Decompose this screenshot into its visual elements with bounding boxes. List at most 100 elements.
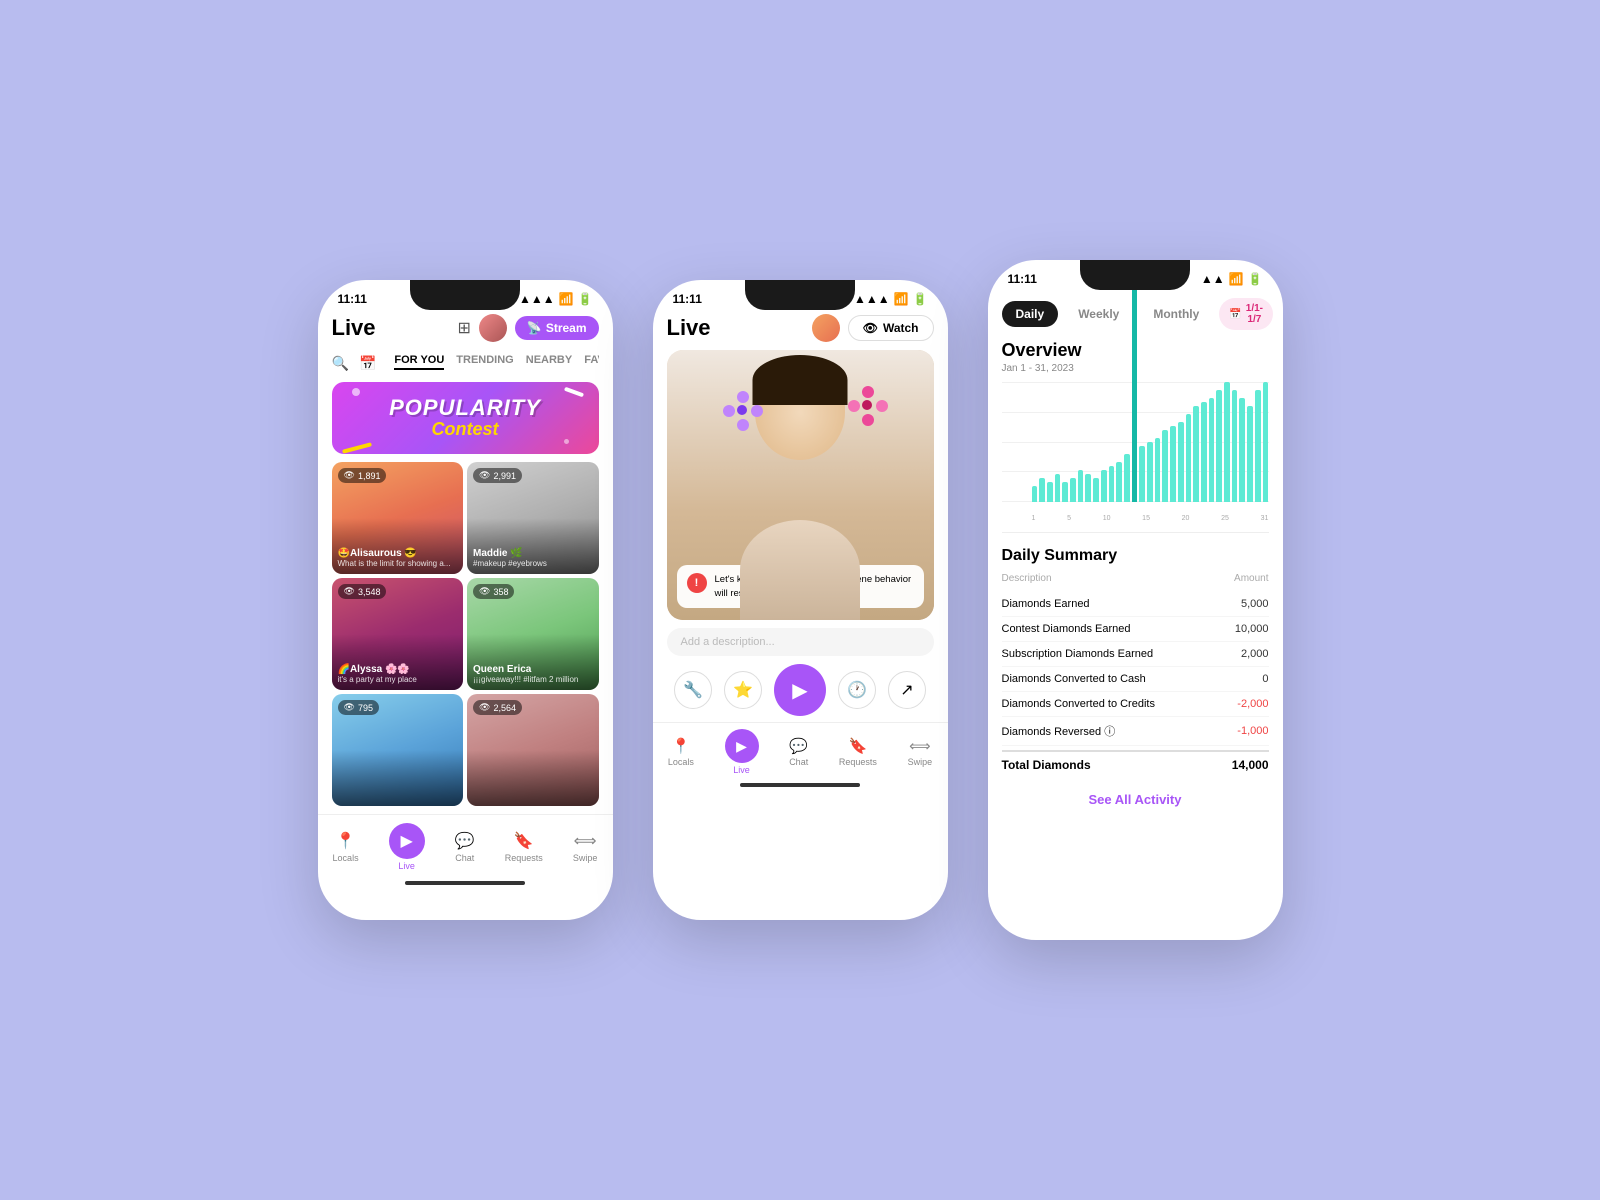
chat-icon: 💬 (789, 737, 808, 755)
nav-for-you[interactable]: FOR YOU (394, 354, 444, 370)
clock-icon: 🕐 (847, 680, 867, 700)
p1-views-3: 👁 3,548 (338, 584, 387, 599)
chart-bar-15 (1139, 446, 1145, 502)
stream-cell-3[interactable]: 👁 3,548 🌈Alyssa 🌸🌸 it's a party at my pl… (332, 578, 464, 690)
p1-tab-chat[interactable]: 💬 Chat (455, 831, 475, 863)
tab-monthly[interactable]: Monthly (1139, 301, 1213, 327)
chart-bar-14: ♦ 14,000 (1132, 260, 1138, 502)
stream-cell-6[interactable]: 👁 2,564 (467, 694, 599, 806)
chart-bar-27 (1232, 390, 1238, 502)
p2-tab-swipe[interactable]: ⟺ Swipe (908, 737, 933, 767)
eye-icon: 👁 (863, 321, 878, 335)
chart-bar-4 (1055, 474, 1061, 502)
phone-notch-3 (1080, 260, 1190, 290)
phone-notch-2 (745, 280, 855, 310)
live-play-icon: ▶ (389, 823, 425, 859)
go-live-button[interactable]: ▶ (774, 664, 826, 716)
p1-views-1: 👁 1,891 (338, 468, 387, 483)
p2-tab-live[interactable]: ▶ Live (725, 729, 759, 775)
p1-info-2: Maddie 🌿 #makeup #eyebrows (473, 548, 593, 568)
calendar-icon: 📅 (1229, 309, 1241, 320)
chart-bar-22 (1193, 406, 1199, 502)
p2-avatar[interactable] (812, 314, 840, 342)
phone-1: 11:11 ▲▲▲ 📶 🔋 Live ⊞ 📡 Stream 🔍 📅 FOR YO… (318, 280, 613, 920)
p2-description[interactable]: Add a description... (667, 628, 934, 656)
search-icon[interactable]: 🔍 (332, 355, 349, 372)
p1-views-2: 👁 2,991 (473, 468, 522, 483)
stream-cell-1[interactable]: 👁 1,891 🤩Alisaurous 😎 What is the limit … (332, 462, 464, 574)
watch-button[interactable]: 👁 Watch (848, 315, 934, 341)
chart-bars: ♦ 14,000 (1002, 382, 1269, 502)
chart-bar-20 (1178, 422, 1184, 502)
p1-nav-bar: 🔍 📅 FOR YOU TRENDING NEARBY FAVORITES (318, 348, 613, 382)
nav-nearby[interactable]: NEARBY (526, 354, 572, 370)
table-row-6: Diamonds Reversed ⓘ -1,000 (1002, 717, 1269, 746)
chart-bar-1 (1032, 486, 1038, 502)
signal-icon: ▲▲▲ (854, 292, 890, 306)
p1-stream-grid: 👁 1,891 🤩Alisaurous 😎 What is the limit … (332, 462, 599, 806)
p1-nav-icons: 🔍 📅 (332, 355, 377, 372)
p1-views-4: 👁 358 (473, 584, 514, 599)
chart-bar-30 (1255, 390, 1261, 502)
p1-info-1: 🤩Alisaurous 😎 What is the limit for show… (338, 548, 458, 568)
p1-title: Live (332, 315, 376, 341)
p1-tab-live[interactable]: ▶ Live (389, 823, 425, 871)
wifi-icon: 📶 (894, 292, 909, 306)
location-icon: 📍 (671, 737, 690, 755)
p1-tab-swipe[interactable]: ⟺ Swipe (573, 831, 598, 863)
p3-divider (1002, 532, 1269, 533)
nav-trending[interactable]: TRENDING (456, 354, 513, 370)
calendar-icon[interactable]: 📅 (359, 355, 376, 372)
p2-tab-chat[interactable]: 💬 Chat (789, 737, 808, 767)
grid-icon[interactable]: ⊞ (457, 318, 470, 338)
eye-icon: 👁 (344, 470, 355, 481)
chart-x-axis: 1 5 10 15 20 25 31 (1032, 515, 1269, 522)
alert-icon: ! (687, 573, 707, 593)
stream-cell-5[interactable]: 👁 795 (332, 694, 464, 806)
nav-favorites[interactable]: FAVORITES (584, 354, 598, 370)
see-all-activity[interactable]: See All Activity (988, 778, 1283, 821)
stream-cell-2[interactable]: 👁 2,991 Maddie 🌿 #makeup #eyebrows (467, 462, 599, 574)
chart-bar-25 (1216, 390, 1222, 502)
p1-tab-requests[interactable]: 🔖 Requests (505, 831, 543, 863)
wifi-icon: 📶 (559, 292, 574, 306)
chart-bar-28 (1239, 398, 1245, 502)
location-icon: 📍 (336, 831, 356, 851)
stream-cell-4[interactable]: 👁 358 Queen Erica ¡¡¡giveaway!!! #litfam… (467, 578, 599, 690)
tab-weekly[interactable]: Weekly (1064, 301, 1133, 327)
p2-header: Live 👁 Watch (653, 310, 948, 350)
eye-icon: 👁 (479, 470, 490, 481)
decor-dot2 (564, 439, 569, 444)
p1-tab-locals[interactable]: 📍 Locals (333, 831, 359, 863)
wrench-button[interactable]: 🔧 (674, 671, 712, 709)
decor-dot1 (352, 388, 360, 396)
share-icon: ↗ (900, 680, 913, 700)
p1-banner-line1: POPULARITY (389, 397, 541, 419)
p2-title: Live (667, 315, 711, 341)
status-icons-3: ▲▲ 📶 🔋 (1201, 272, 1263, 286)
star-button[interactable]: ⭐ (724, 671, 762, 709)
stream-button[interactable]: 📡 Stream (515, 316, 599, 340)
status-time-2: 11:11 (673, 292, 702, 306)
share-button[interactable]: ↗ (888, 671, 926, 709)
signal-icon: ▲▲▲ (519, 292, 555, 306)
chart-bar-31 (1263, 382, 1269, 502)
bookmark-icon: 🔖 (514, 831, 534, 851)
p1-avatar[interactable] (479, 314, 507, 342)
history-button[interactable]: 🕐 (838, 671, 876, 709)
table-row-3: Subscription Diamonds Earned 2,000 (1002, 642, 1269, 667)
wifi-icon: 📶 (1229, 272, 1244, 286)
p2-tab-requests[interactable]: 🔖 Requests (839, 737, 877, 767)
chart-bar-16 (1147, 442, 1153, 502)
chart-bar-17 (1155, 438, 1161, 502)
p2-tab-locals[interactable]: 📍 Locals (668, 737, 694, 767)
tab-daily[interactable]: Daily (1002, 301, 1059, 327)
p3-summary-table: Description Amount Diamonds Earned 5,000… (1002, 573, 1269, 778)
cell-gradient (332, 750, 464, 806)
swipe-icon: ⟺ (909, 737, 931, 755)
chat-icon: 💬 (455, 831, 475, 851)
table-row-2: Contest Diamonds Earned 10,000 (1002, 617, 1269, 642)
chart-bar-5 (1062, 482, 1068, 502)
chart-bar-9 (1093, 478, 1099, 502)
date-range-button[interactable]: 📅 1/1-1/7 (1219, 298, 1273, 330)
